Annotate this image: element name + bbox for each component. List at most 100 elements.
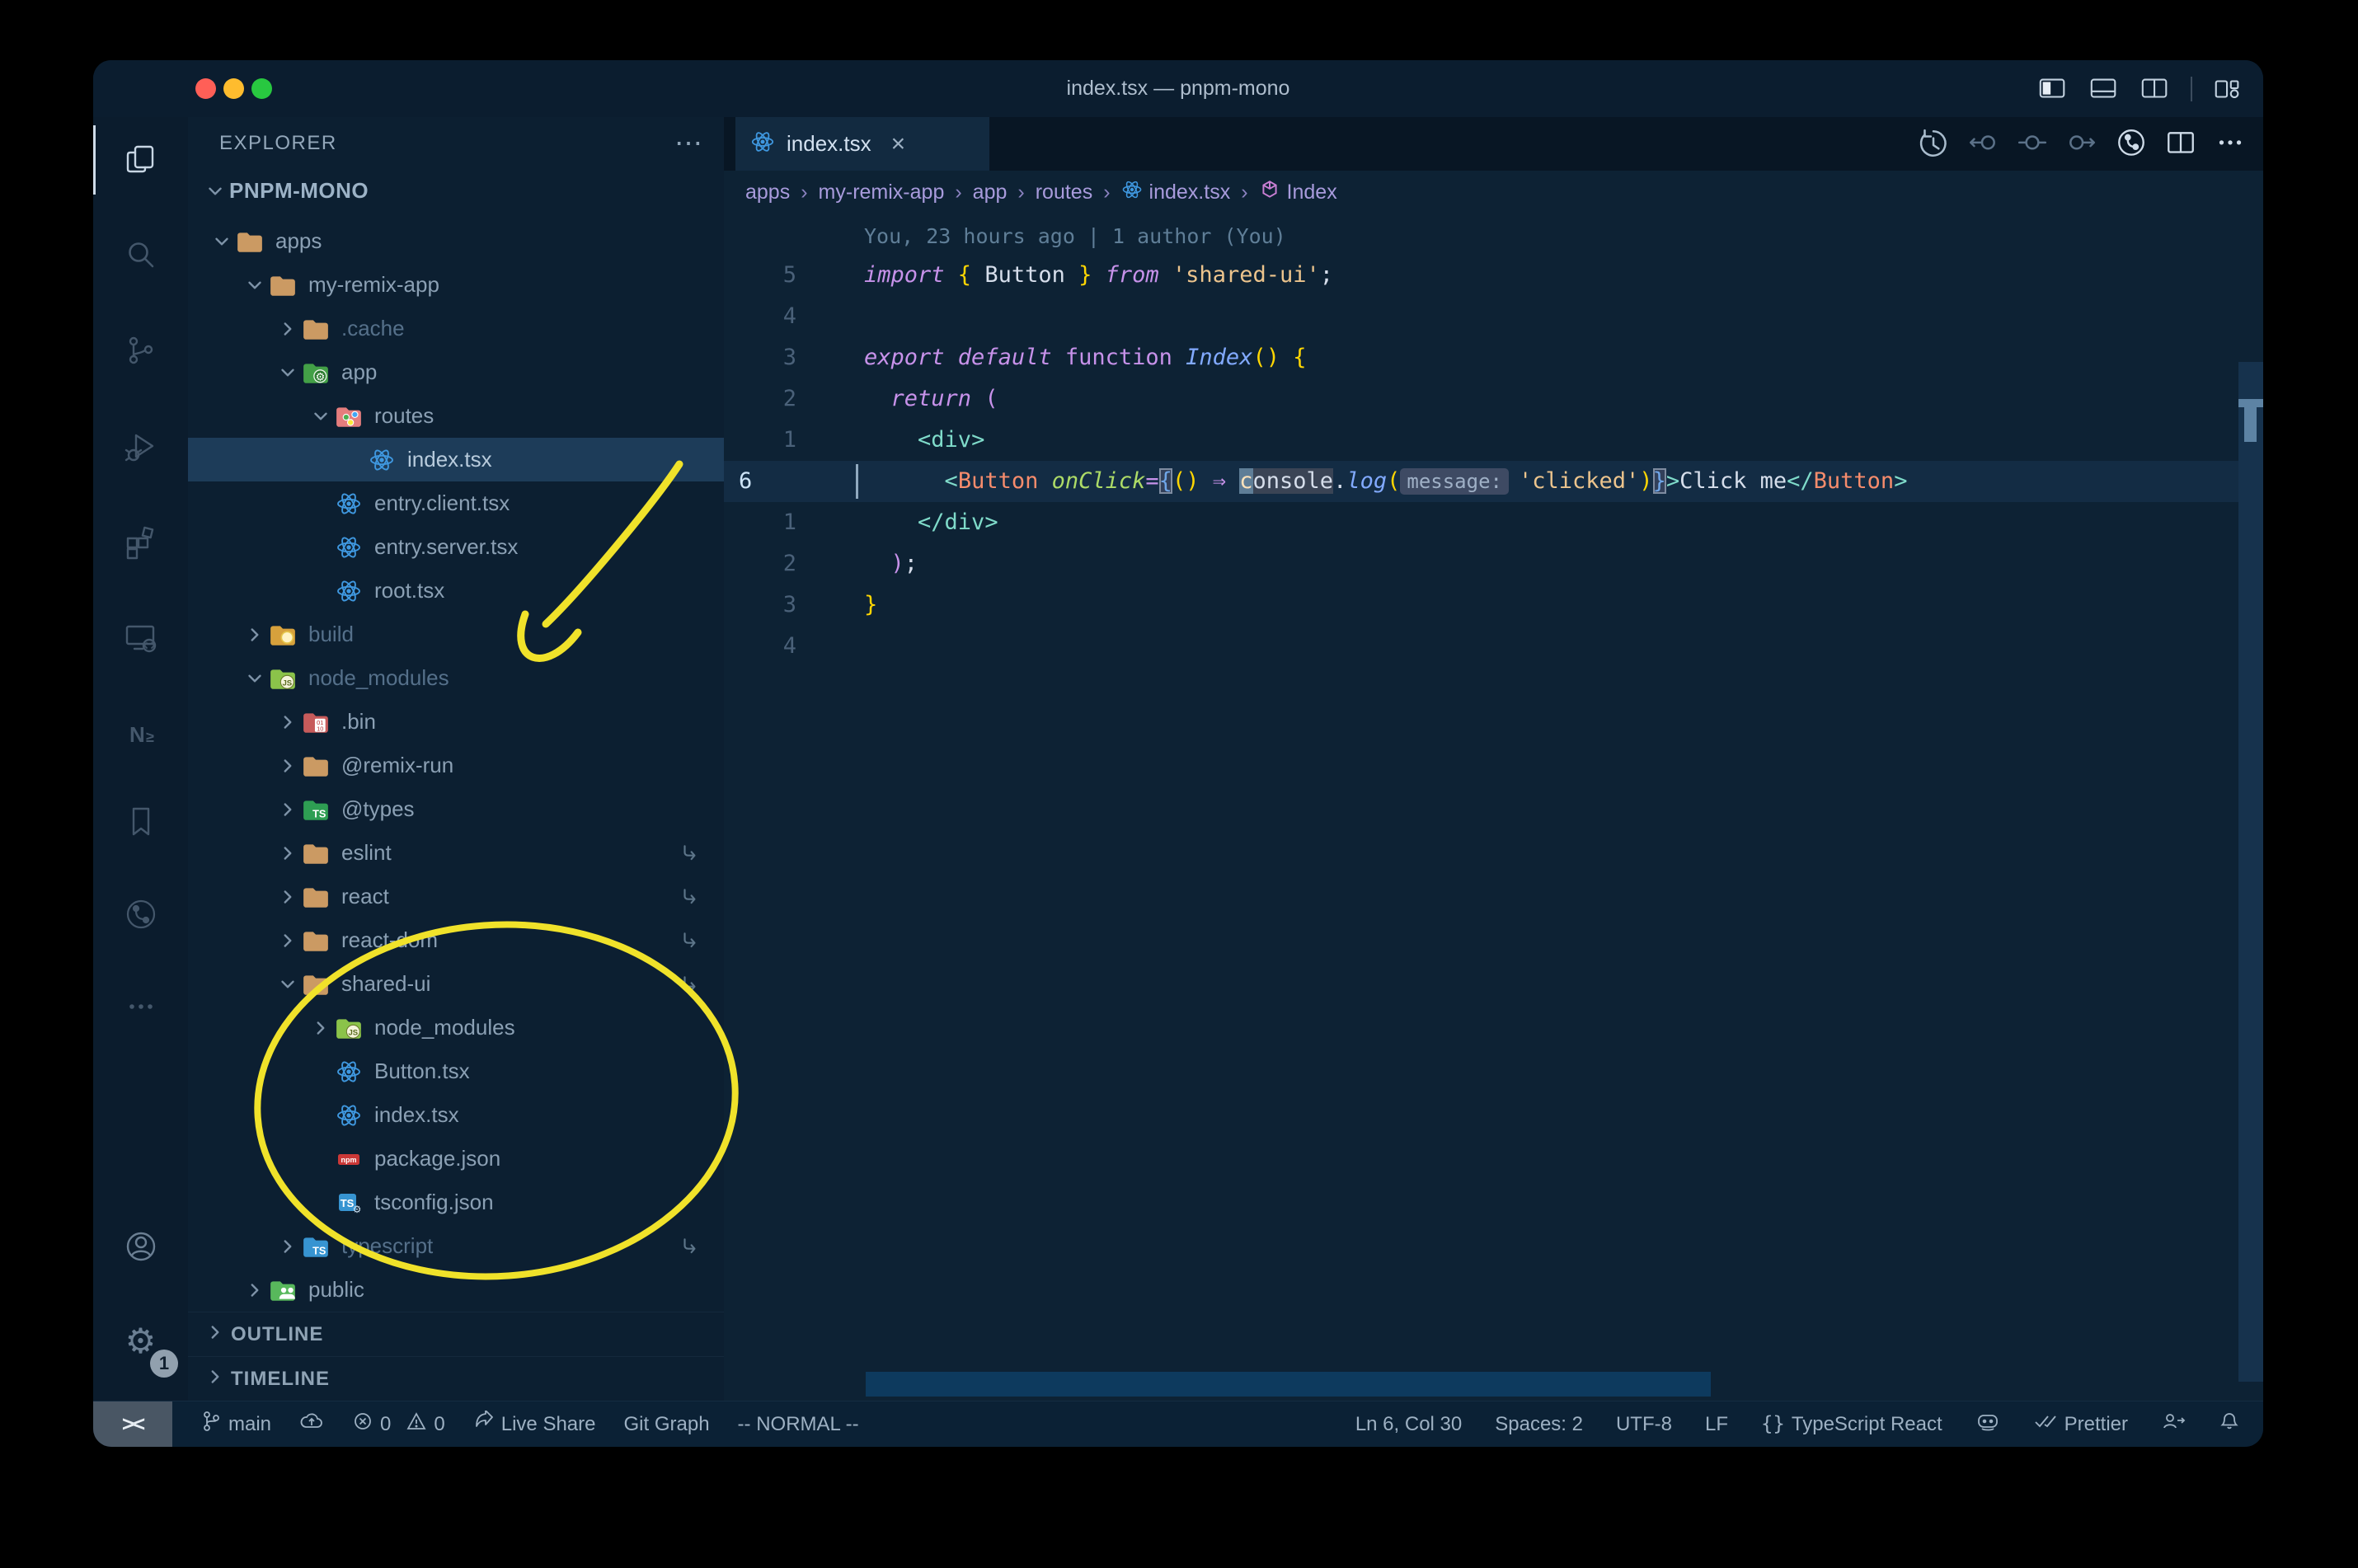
nx-console-icon[interactable]: N ≥ xyxy=(93,692,188,775)
change-icon[interactable] xyxy=(2016,129,2049,160)
more-icon[interactable] xyxy=(2214,129,2247,160)
chevron-right-icon[interactable] xyxy=(274,708,302,736)
code-line[interactable]: 3 export default function Index() { xyxy=(724,337,2263,378)
more-actions-icon[interactable]: ⋯ xyxy=(674,129,702,157)
chevron-down-icon[interactable] xyxy=(307,402,335,430)
code-line[interactable]: 4 xyxy=(724,296,2263,337)
tab-index-tsx[interactable]: index.tsx × xyxy=(735,117,989,171)
code-line[interactable]: 2 return ( xyxy=(724,378,2263,420)
status-spaces-2[interactable]: Spaces: 2 xyxy=(1495,1413,1583,1436)
tree-item-tsconfig.json[interactable]: TS ⚙ tsconfig.json xyxy=(188,1181,724,1224)
chevron-down-icon[interactable] xyxy=(241,664,269,692)
chevron-down-icon[interactable] xyxy=(274,970,302,998)
status-prettier[interactable]: Prettier xyxy=(2033,1411,2128,1438)
breadcrumb-item-my-remix-app[interactable]: my-remix-app xyxy=(819,181,945,204)
tree-item-public[interactable]: public xyxy=(188,1268,724,1312)
remote-indicator[interactable]: >< xyxy=(93,1401,172,1447)
tree-item--types[interactable]: TS @types xyxy=(188,787,724,831)
extensions-icon[interactable] xyxy=(93,501,188,584)
code-line[interactable]: 2 ); xyxy=(724,543,2263,584)
status-main[interactable]: main xyxy=(200,1411,271,1438)
run-debug-icon[interactable] xyxy=(93,406,188,488)
bookmarks-icon[interactable] xyxy=(93,781,188,863)
status-person-go[interactable] xyxy=(2161,1411,2186,1438)
breadcrumb-item-apps[interactable]: apps xyxy=(745,181,790,204)
tree-item-entry.client.tsx[interactable]: entry.client.tsx xyxy=(188,481,724,525)
chevron-right-icon[interactable] xyxy=(241,621,269,649)
code-line[interactable]: 5 import { Button } from 'shared-ui'; xyxy=(724,255,2263,296)
tree-item-routes[interactable]: routes xyxy=(188,394,724,438)
status-normal[interactable]: -- NORMAL -- xyxy=(738,1413,859,1436)
status-bell[interactable] xyxy=(2219,1411,2240,1438)
more-views-icon[interactable] xyxy=(93,965,188,1048)
close-tab-icon[interactable]: × xyxy=(891,130,906,158)
status-0[interactable]: 00 xyxy=(352,1411,445,1438)
status-live-share[interactable]: Live Share xyxy=(473,1410,596,1438)
code-line[interactable]: 3} xyxy=(724,584,2263,626)
status-ln-6-col-30[interactable]: Ln 6, Col 30 xyxy=(1355,1413,1462,1436)
chevron-right-icon[interactable] xyxy=(274,839,302,867)
workspace-root-row[interactable]: PNPM-MONO xyxy=(188,169,724,213)
tree-item-Button.tsx[interactable]: Button.tsx xyxy=(188,1049,724,1093)
code-editor[interactable]: You, 23 hours ago | 1 author (You) 5 impo… xyxy=(724,214,2263,1401)
history-icon[interactable] xyxy=(1917,129,1950,160)
tree-item-.cache[interactable]: .cache xyxy=(188,307,724,350)
prev-change-icon[interactable] xyxy=(1966,129,1999,160)
chevron-right-icon[interactable] xyxy=(274,883,302,911)
chevron-down-icon[interactable] xyxy=(208,228,236,256)
tree-item-react[interactable]: react xyxy=(188,875,724,918)
status-copilot[interactable] xyxy=(1975,1411,2000,1438)
layout-custom-icon[interactable] xyxy=(2212,75,2243,103)
code-line-current[interactable]: 6 <Button onClick={() ⇒ console.log(mess… xyxy=(724,461,2263,502)
source-control-icon[interactable] xyxy=(93,310,188,392)
layout-panel-icon[interactable] xyxy=(2088,75,2120,103)
chevron-right-icon[interactable] xyxy=(274,1232,302,1261)
status-typescript-react[interactable]: {} TypeScript React xyxy=(1761,1412,1942,1436)
tree-item-node-modules[interactable]: JS node_modules xyxy=(188,1006,724,1049)
tree-item-my-remix-app[interactable]: my-remix-app xyxy=(188,263,724,307)
tree-item-eslint[interactable]: eslint xyxy=(188,831,724,875)
commit-icon[interactable] xyxy=(2115,129,2148,160)
layout-sidebar-icon[interactable] xyxy=(2037,75,2069,103)
code-line[interactable]: 1 </div> xyxy=(724,502,2263,543)
chevron-right-icon[interactable] xyxy=(241,1276,269,1304)
layout-split-icon[interactable] xyxy=(2140,75,2171,103)
tree-item-entry.server.tsx[interactable]: entry.server.tsx xyxy=(188,525,724,569)
chevron-right-icon[interactable] xyxy=(274,315,302,343)
chevron-down-icon[interactable] xyxy=(241,271,269,299)
remote-explorer-icon[interactable] xyxy=(93,597,188,679)
breadcrumb-item-routes[interactable]: routes xyxy=(1036,181,1092,204)
tree-item-build[interactable]: build xyxy=(188,613,724,656)
status-utf-8[interactable]: UTF-8 xyxy=(1616,1413,1672,1436)
status-cloud[interactable] xyxy=(299,1411,324,1438)
split-icon[interactable] xyxy=(2164,129,2197,160)
chevron-right-icon[interactable] xyxy=(274,927,302,955)
chevron-down-icon[interactable] xyxy=(274,359,302,387)
explorer-icon[interactable] xyxy=(93,119,188,201)
tree-item-apps[interactable]: apps xyxy=(188,219,724,263)
breadcrumb-item-app[interactable]: app xyxy=(973,181,1008,204)
section-outline[interactable]: OUTLINE xyxy=(188,1312,724,1356)
chevron-right-icon[interactable] xyxy=(274,796,302,824)
tree-item-shared-ui[interactable]: shared-ui xyxy=(188,962,724,1006)
tree-item-index.tsx[interactable]: index.tsx xyxy=(188,1093,724,1137)
tree-item-.bin[interactable]: 01 10 .bin xyxy=(188,700,724,744)
settings-icon[interactable]: ⚙ 1 xyxy=(93,1300,188,1383)
section-timeline[interactable]: TIMELINE xyxy=(188,1356,724,1401)
vertical-scrollbar[interactable] xyxy=(2238,362,2263,1382)
chevron-right-icon[interactable] xyxy=(307,1014,335,1042)
tree-item-react-dom[interactable]: react-dom xyxy=(188,918,724,962)
chevron-right-icon[interactable] xyxy=(274,752,302,780)
breadcrumb-item-index.tsx[interactable]: index.tsx xyxy=(1121,179,1230,206)
next-change-icon[interactable] xyxy=(2065,129,2098,160)
horizontal-scrollbar[interactable] xyxy=(866,1372,1711,1397)
tree-item--remix-run[interactable]: @remix-run xyxy=(188,744,724,787)
tree-item-node-modules[interactable]: JS node_modules xyxy=(188,656,724,700)
breadcrumb-item-Index[interactable]: Index xyxy=(1259,179,1337,206)
tree-item-package.json[interactable]: npm package.json xyxy=(188,1137,724,1181)
code-line[interactable]: 4 xyxy=(724,626,2263,667)
tree-item-app[interactable]: ⚙ app xyxy=(188,350,724,394)
tree-item-root.tsx[interactable]: root.tsx xyxy=(188,569,724,613)
accounts-icon[interactable] xyxy=(93,1205,188,1288)
git-graph-icon[interactable] xyxy=(93,873,188,955)
